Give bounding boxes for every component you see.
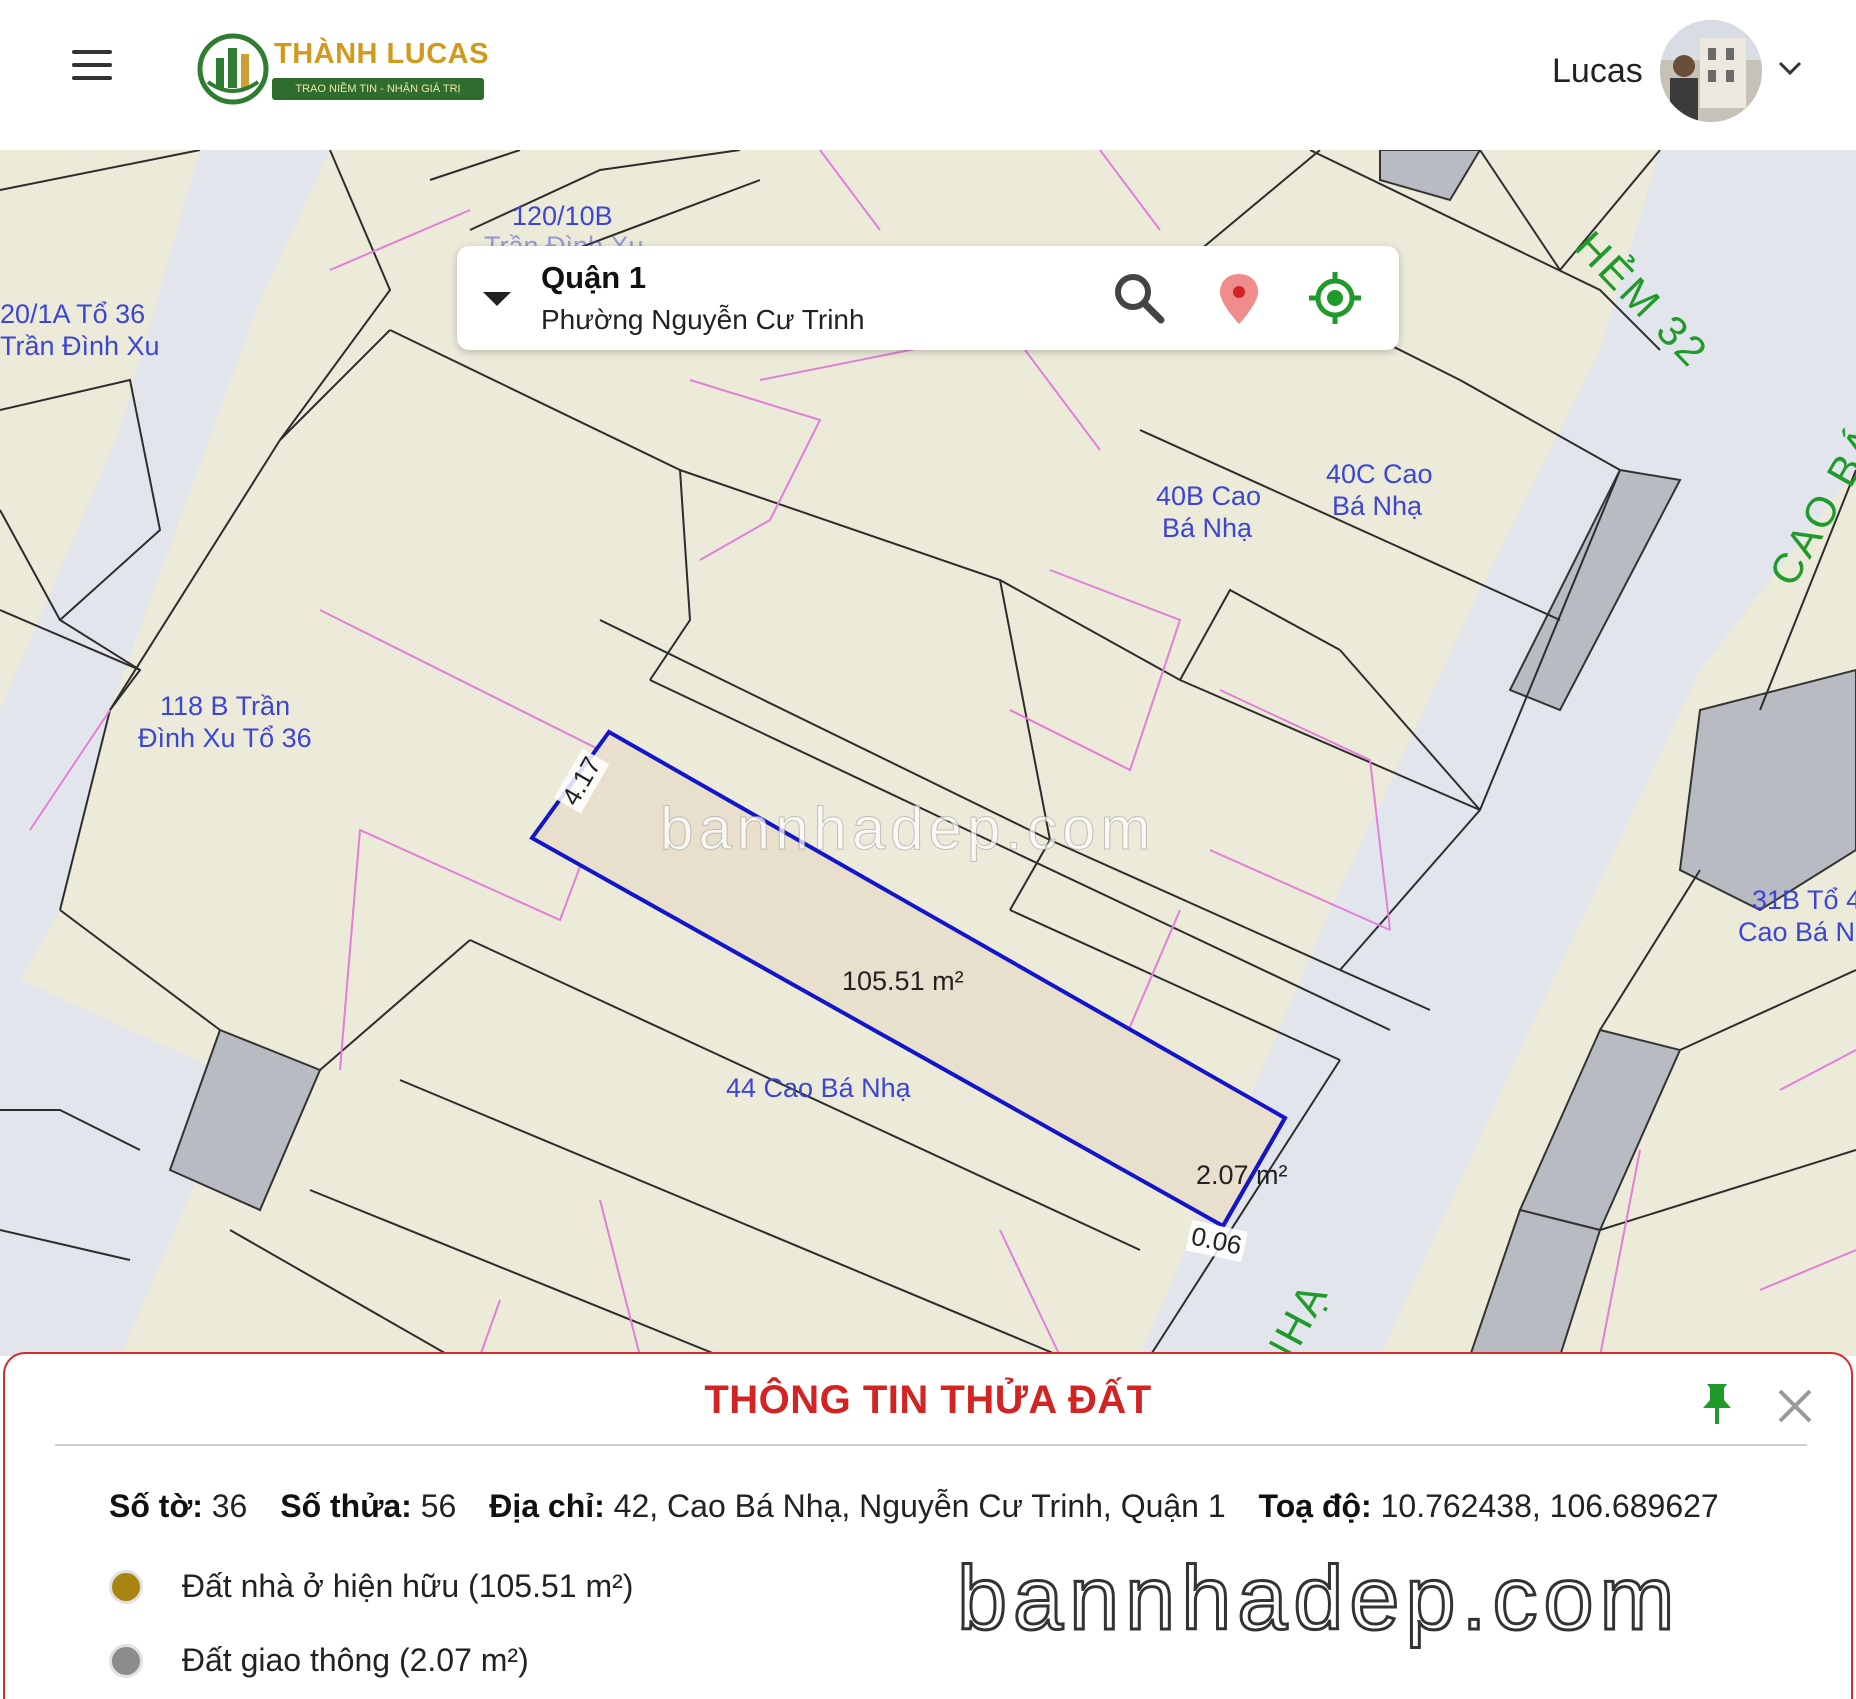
dia-chi-label: Địa chỉ: bbox=[489, 1488, 605, 1524]
map-watermark: bannhadep.com bbox=[659, 795, 1156, 863]
so-to-label: Số tờ: bbox=[109, 1488, 203, 1524]
map-label-20-1a[interactable]: 20/1A Tổ 36 bbox=[0, 298, 145, 330]
logo[interactable]: THÀNH LUCAS TRAO NIỀM TIN - NHẬN GIÁ TRỊ bbox=[192, 30, 492, 110]
logo-tagline: TRAO NIỀM TIN - NHẬN GIÁ TRỊ bbox=[272, 78, 484, 100]
top-header: THÀNH LUCAS TRAO NIỀM TIN - NHẬN GIÁ TRỊ… bbox=[0, 0, 1856, 150]
panel-title: THÔNG TIN THỬA ĐẤT bbox=[704, 1378, 1152, 1422]
map-label-40b-ba-nha[interactable]: Bá Nhạ bbox=[1162, 512, 1252, 544]
ward-subtitle[interactable]: Phường Nguyễn Cư Trinh bbox=[541, 304, 865, 336]
legend-text-residential: Đất nhà ở hiện hữu (105.51 m²) bbox=[181, 1568, 634, 1605]
map-label-44-cao-ba-nha[interactable]: 44 Cao Bá Nhạ bbox=[726, 1072, 911, 1104]
area-label-road: 2.07 m² bbox=[1196, 1160, 1288, 1190]
so-thua-label: Số thửa: bbox=[280, 1488, 412, 1524]
logo-title: THÀNH LUCAS bbox=[274, 38, 489, 70]
legend-item-traffic: Đất giao thông (2.07 m²) bbox=[109, 1640, 529, 1679]
chevron-down-icon[interactable] bbox=[1776, 56, 1804, 80]
user-name[interactable]: Lucas bbox=[1552, 52, 1643, 91]
avatar[interactable] bbox=[1660, 20, 1762, 122]
map-label-40c[interactable]: 40C Cao bbox=[1326, 458, 1433, 490]
panel-watermark: bannhadep.com bbox=[956, 1548, 1681, 1651]
map-label-dinh-xu-to-36[interactable]: Đình Xu Tổ 36 bbox=[138, 722, 312, 754]
map-label-tran-dinh-xu[interactable]: Trần Đình Xu bbox=[0, 330, 160, 362]
map-label-40c-ba-nha[interactable]: Bá Nhạ bbox=[1332, 490, 1422, 522]
map-label-40b[interactable]: 40B Cao bbox=[1156, 480, 1261, 512]
so-to-value: 36 bbox=[211, 1488, 248, 1524]
area-label-main: 105.51 m² bbox=[842, 966, 964, 996]
hamburger-menu-icon[interactable] bbox=[72, 50, 112, 84]
pin-panel-icon[interactable] bbox=[1697, 1382, 1737, 1426]
map-label-31b[interactable]: 31B Tổ 4 bbox=[1752, 884, 1856, 916]
parcel-info-line: Số tờ: 36 Số thửa: 56 Địa chỉ: 42, Cao B… bbox=[109, 1488, 1719, 1525]
map-label-cao-ba-n[interactable]: Cao Bá N bbox=[1738, 916, 1855, 948]
location-search-card: Quận 1 Phường Nguyễn Cư Trinh bbox=[457, 246, 1399, 350]
toa-do-value: 10.762438, 106.689627 bbox=[1380, 1488, 1719, 1524]
so-thua-value: 56 bbox=[420, 1488, 457, 1524]
dia-chi-value: 42, Cao Bá Nhạ, Nguyễn Cư Trinh, Quận 1 bbox=[613, 1488, 1226, 1524]
map-pin-icon[interactable] bbox=[1211, 270, 1267, 326]
legend-dot-traffic bbox=[109, 1643, 143, 1678]
logo-building-icon bbox=[197, 33, 269, 105]
legend-item-residential: Đất nhà ở hiện hữu (105.51 m²) bbox=[109, 1566, 633, 1605]
map-label-118b[interactable]: 118 B Trần bbox=[160, 690, 290, 722]
map-label-120-10b[interactable]: 120/10B bbox=[512, 200, 613, 232]
search-icon[interactable] bbox=[1111, 270, 1167, 326]
parcel-info-panel: THÔNG TIN THỬA ĐẤT Số tờ: 36 Số thửa: 56… bbox=[3, 1352, 1853, 1699]
locate-me-icon[interactable] bbox=[1307, 270, 1363, 326]
toa-do-label: Toạ độ: bbox=[1258, 1488, 1372, 1524]
panel-divider bbox=[55, 1444, 1807, 1446]
district-title[interactable]: Quận 1 bbox=[541, 260, 646, 296]
close-icon[interactable] bbox=[1775, 1386, 1815, 1426]
legend-dot-residential bbox=[109, 1569, 143, 1604]
legend-text-traffic: Đất giao thông (2.07 m²) bbox=[181, 1642, 529, 1679]
dropdown-triangle-icon[interactable] bbox=[481, 288, 513, 310]
